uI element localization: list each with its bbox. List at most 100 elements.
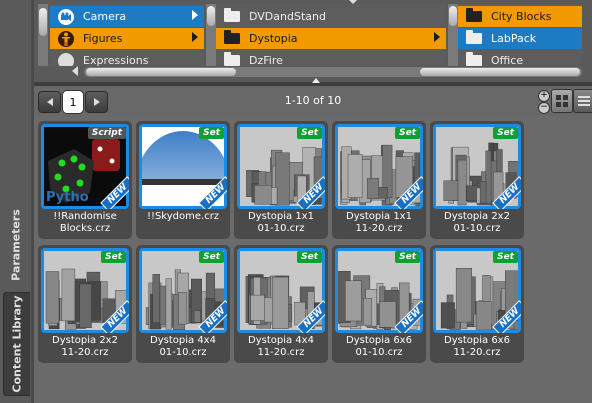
folder-item-dzfire[interactable]: DzFire: [216, 50, 446, 66]
tile-label: !!Skydome.crz: [136, 211, 230, 223]
folder-item-label: LabPack: [491, 32, 537, 45]
tab-parameters[interactable]: Parameters: [3, 205, 29, 285]
category-column-1: Camera Figures Expressions: [50, 4, 204, 66]
scroll-left-icon[interactable]: [72, 66, 78, 76]
column3-scrollbar[interactable]: [448, 4, 458, 66]
category-item-camera[interactable]: Camera: [50, 6, 204, 27]
tab-content-library-label: Content Library: [10, 295, 24, 393]
script-badge: Script: [87, 127, 126, 139]
new-badge-label: NEW: [100, 300, 129, 333]
grid-view-icon: [556, 95, 568, 107]
category-item-figures[interactable]: Figures: [50, 28, 204, 49]
new-badge: NEW: [195, 175, 227, 209]
tile-thumbnail-frame: Set NEW: [237, 248, 325, 333]
new-badge-label: NEW: [100, 176, 129, 209]
grid-view-button[interactable]: [551, 89, 573, 113]
tile-label: Dystopia 1x1 01-10.crz: [234, 211, 328, 235]
folder-item-label: Dystopia: [249, 32, 298, 45]
content-tile[interactable]: Set NEW Dystopia 6x6 01-10.crz: [332, 245, 426, 363]
tile-label: Dystopia 1x1 11-20.crz: [332, 211, 426, 235]
list-view-icon: [578, 96, 590, 106]
content-tile[interactable]: Set NEW !!Skydome.crz: [136, 121, 230, 239]
new-badge-label: NEW: [296, 300, 325, 333]
tile-label-line1: Dystopia 6x6: [444, 335, 510, 346]
category-item-label: Figures: [83, 32, 123, 45]
new-badge: NEW: [293, 175, 325, 209]
set-badge: Set: [199, 251, 224, 263]
list-view-button[interactable]: [573, 89, 592, 113]
tile-label-line1: Dystopia 4x4: [248, 335, 314, 346]
folder-item-label: DVDandStand: [249, 10, 326, 23]
content-tile[interactable]: Set NEW Dystopia 1x1 01-10.crz: [234, 121, 328, 239]
content-tile[interactable]: Set NEW Dystopia 1x1 11-20.crz: [332, 121, 426, 239]
folder-item-labpack[interactable]: LabPack: [458, 28, 582, 49]
expand-arrow-icon: [192, 32, 198, 42]
tile-label: !!Randomise Blocks.crz: [38, 211, 132, 235]
content-tile[interactable]: Set NEW Dystopia 4x4 11-20.crz: [234, 245, 328, 363]
folder-item-office[interactable]: Office: [458, 50, 582, 66]
content-tile[interactable]: Set NEW Dystopia 4x4 01-10.crz: [136, 245, 230, 363]
set-badge: Set: [101, 251, 126, 263]
content-tile[interactable]: Set NEW Dystopia 6x6 11-20.crz: [430, 245, 524, 363]
set-badge: Set: [395, 251, 420, 263]
column1-scrollbar[interactable]: [38, 4, 48, 66]
content-tile[interactable]: Set NEW Dystopia 2x2 11-20.crz: [38, 245, 132, 363]
content-tile[interactable]: Set NEW Dystopia 2x2 01-10.crz: [430, 121, 524, 239]
folder-item-dvdandstand[interactable]: DVDandStand: [216, 6, 446, 27]
folder-icon: [466, 52, 482, 66]
category-column-2: DVDandStand Dystopia DzFire: [216, 4, 446, 66]
tile-label-line2: Blocks.crz: [59, 223, 111, 234]
set-badge: Set: [395, 127, 420, 139]
tile-label-line1: !!Skydome.crz: [146, 211, 220, 222]
camera-icon: [58, 8, 74, 25]
collapse-down-icon[interactable]: [312, 78, 320, 83]
column2-scrollbar[interactable]: [206, 4, 216, 66]
python-logo-text: Pytho: [46, 190, 89, 205]
tile-label-line2: 11-20.crz: [453, 347, 501, 358]
tile-label-line1: Dystopia 6x6: [346, 335, 412, 346]
category-item-expressions[interactable]: Expressions: [50, 50, 204, 66]
zoom-out-button[interactable]: −: [538, 102, 550, 114]
category-item-label: Camera: [83, 10, 127, 23]
tile-label: Dystopia 4x4 01-10.crz: [136, 335, 230, 359]
tile-thumbnail-frame: Set NEW: [139, 248, 227, 333]
expand-arrow-icon: [434, 32, 440, 42]
folder-icon: [466, 8, 482, 22]
tile-label-line2: 01-10.crz: [453, 223, 501, 234]
category-item-label: Expressions: [83, 54, 149, 66]
tile-label-line1: !!Randomise: [53, 211, 117, 222]
tile-label-line2: 11-20.crz: [257, 347, 305, 358]
horizontal-scrollbar[interactable]: [84, 67, 582, 77]
content-tile[interactable]: Pytho Script NEW !!Randomise Blocks.crz: [38, 121, 132, 239]
tile-label: Dystopia 2x2 11-20.crz: [38, 335, 132, 359]
new-badge-label: NEW: [492, 176, 521, 209]
set-badge: Set: [199, 127, 224, 139]
new-badge: NEW: [97, 299, 129, 333]
expression-icon: [58, 52, 74, 66]
folder-item-city-blocks[interactable]: City Blocks: [458, 6, 582, 27]
folder-browser: Camera Figures Expressions DVDandStand D…: [34, 0, 592, 82]
set-badge: Set: [493, 251, 518, 263]
tab-parameters-label: Parameters: [9, 209, 23, 281]
new-badge-label: NEW: [394, 300, 423, 333]
folder-item-label: City Blocks: [491, 10, 552, 23]
tile-thumbnail-frame: Set NEW: [237, 124, 325, 209]
tab-content-library[interactable]: Content Library: [3, 292, 30, 396]
tile-thumbnail-frame: Pytho Script NEW: [41, 124, 129, 209]
zoom-in-button[interactable]: +: [538, 90, 550, 102]
tile-label-line1: Dystopia 1x1: [248, 211, 314, 222]
folder-item-label: DzFire: [249, 54, 283, 66]
tile-label-line2: 01-10.crz: [355, 347, 403, 358]
set-badge: Set: [297, 251, 322, 263]
new-badge: NEW: [489, 175, 521, 209]
tile-label-line1: Dystopia 2x2: [52, 335, 118, 346]
folder-icon: [466, 30, 482, 44]
tile-label-line1: Dystopia 1x1: [346, 211, 412, 222]
new-badge: NEW: [391, 299, 423, 333]
tile-thumbnail-frame: Set NEW: [139, 124, 227, 209]
new-badge-label: NEW: [492, 300, 521, 333]
content-grid: Pytho Script NEW !!Randomise Blocks.crz Set NE…: [34, 116, 592, 403]
figure-icon: [58, 30, 74, 47]
new-badge-label: NEW: [198, 176, 227, 209]
folder-item-dystopia[interactable]: Dystopia: [216, 28, 446, 49]
